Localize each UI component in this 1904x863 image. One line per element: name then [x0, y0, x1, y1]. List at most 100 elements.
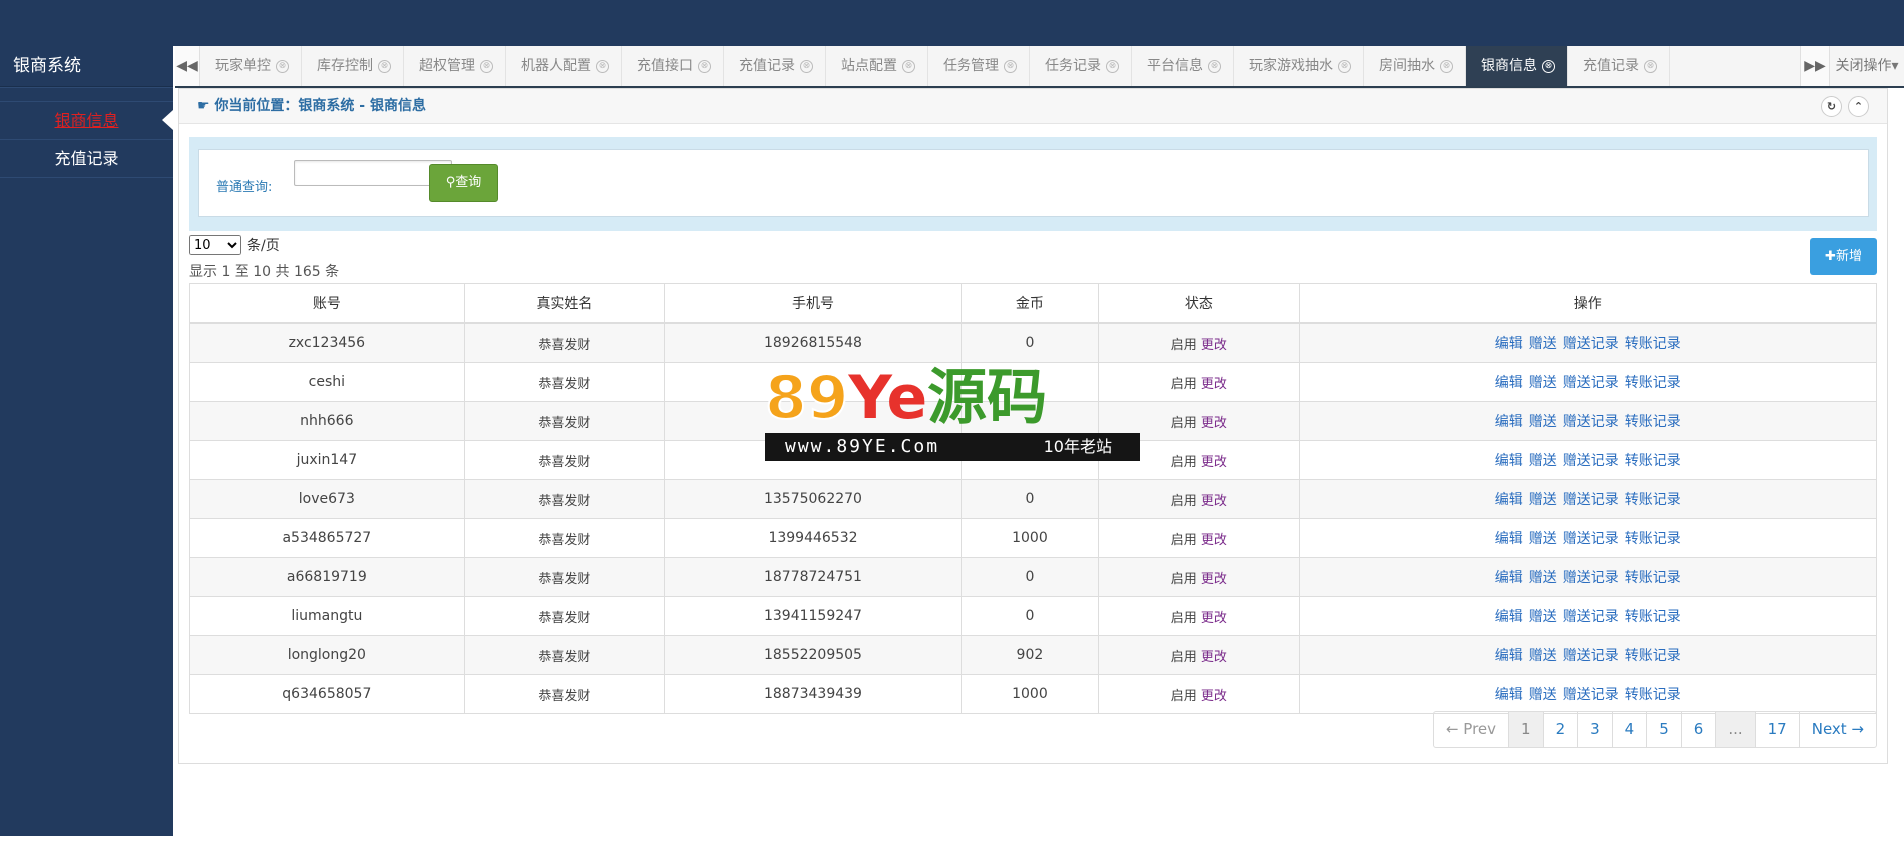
- transfer-records-link[interactable]: 转账记录: [1625, 453, 1681, 469]
- transfer-records-link[interactable]: 转账记录: [1625, 336, 1681, 352]
- edit-link[interactable]: 编辑: [1495, 375, 1523, 391]
- transfer-records-link[interactable]: 转账记录: [1625, 687, 1681, 703]
- change-status-link[interactable]: 更改: [1201, 416, 1227, 431]
- gift-link[interactable]: 赠送: [1529, 492, 1557, 508]
- transfer-records-link[interactable]: 转账记录: [1625, 609, 1681, 625]
- page-button[interactable]: 4: [1611, 712, 1647, 747]
- gift-records-link[interactable]: 赠送记录: [1563, 648, 1619, 664]
- gift-link[interactable]: 赠送: [1529, 336, 1557, 352]
- change-status-link[interactable]: 更改: [1201, 650, 1227, 665]
- change-status-link[interactable]: 更改: [1201, 377, 1227, 392]
- gift-records-link[interactable]: 赠送记录: [1563, 609, 1619, 625]
- search-button[interactable]: ⚲查询: [429, 164, 498, 202]
- tab-close-icon[interactable]: ⊗: [276, 59, 289, 73]
- tab-item[interactable]: 银商信息 ⊗: [1466, 46, 1568, 86]
- tab-item[interactable]: 任务管理 ⊗: [928, 46, 1030, 86]
- tab-item[interactable]: 充值记录 ⊗: [1568, 46, 1670, 86]
- tab-item[interactable]: 充值记录 ⊗: [724, 46, 826, 86]
- next-page-button[interactable]: Next →: [1798, 712, 1876, 747]
- gift-records-link[interactable]: 赠送记录: [1563, 375, 1619, 391]
- tab-item[interactable]: 任务记录 ⊗: [1030, 46, 1132, 86]
- tab-item[interactable]: 房间抽水 ⊗: [1364, 46, 1466, 86]
- gift-records-link[interactable]: 赠送记录: [1563, 570, 1619, 586]
- edit-link[interactable]: 编辑: [1495, 531, 1523, 547]
- transfer-records-link[interactable]: 转账记录: [1625, 531, 1681, 547]
- change-status-link[interactable]: 更改: [1201, 338, 1227, 353]
- tab-close-icon[interactable]: ⊗: [800, 59, 813, 73]
- gift-link[interactable]: 赠送: [1529, 531, 1557, 547]
- gift-link[interactable]: 赠送: [1529, 570, 1557, 586]
- gift-link[interactable]: 赠送: [1529, 453, 1557, 469]
- edit-link[interactable]: 编辑: [1495, 492, 1523, 508]
- gift-records-link[interactable]: 赠送记录: [1563, 336, 1619, 352]
- edit-link[interactable]: 编辑: [1495, 414, 1523, 430]
- sidebar-item-bank-info[interactable]: 银商信息: [0, 101, 173, 140]
- tab-item[interactable]: 玩家单控 ⊗: [200, 46, 302, 86]
- tab-item[interactable]: 超权管理 ⊗: [404, 46, 506, 86]
- tab-close-icon[interactable]: ⊗: [1440, 59, 1453, 73]
- sidebar-item-recharge-records[interactable]: 充值记录: [0, 140, 173, 178]
- transfer-records-link[interactable]: 转账记录: [1625, 414, 1681, 430]
- gift-link[interactable]: 赠送: [1529, 414, 1557, 430]
- gift-records-link[interactable]: 赠送记录: [1563, 414, 1619, 430]
- gift-records-link[interactable]: 赠送记录: [1563, 492, 1619, 508]
- tab-item[interactable]: 玩家游戏抽水 ⊗: [1234, 46, 1364, 86]
- edit-link[interactable]: 编辑: [1495, 453, 1523, 469]
- transfer-records-link[interactable]: 转账记录: [1625, 492, 1681, 508]
- edit-link[interactable]: 编辑: [1495, 570, 1523, 586]
- edit-link[interactable]: 编辑: [1495, 336, 1523, 352]
- tab-close-icon[interactable]: ⊗: [480, 59, 493, 73]
- tab-close-icon[interactable]: ⊗: [1208, 59, 1221, 73]
- edit-link[interactable]: 编辑: [1495, 648, 1523, 664]
- tab-item[interactable]: 站点配置 ⊗: [826, 46, 928, 86]
- tab-close-icon[interactable]: ⊗: [1644, 59, 1657, 73]
- add-new-button[interactable]: ✚新增: [1810, 238, 1877, 275]
- change-status-link[interactable]: 更改: [1201, 455, 1227, 470]
- refresh-icon[interactable]: ↻: [1821, 96, 1842, 117]
- gift-link[interactable]: 赠送: [1529, 648, 1557, 664]
- table-row: q634658057 恭喜发财 18873439439 1000 启用 更改 编辑 赠送 赠送…: [189, 674, 1878, 714]
- collapse-icon[interactable]: ⌃: [1848, 96, 1869, 117]
- change-status-link[interactable]: 更改: [1201, 533, 1227, 548]
- transfer-records-link[interactable]: 转账记录: [1625, 375, 1681, 391]
- transfer-records-link[interactable]: 转账记录: [1625, 648, 1681, 664]
- page-button[interactable]: 5: [1646, 712, 1681, 747]
- page-button[interactable]: 6: [1680, 712, 1716, 747]
- tab-item[interactable]: 库存控制 ⊗: [302, 46, 404, 86]
- transfer-records-link[interactable]: 转账记录: [1625, 570, 1681, 586]
- edit-link[interactable]: 编辑: [1495, 687, 1523, 703]
- prev-page-button[interactable]: ← Prev: [1434, 712, 1508, 747]
- tabs-scroll-left-icon[interactable]: ◀◀: [175, 46, 200, 86]
- change-status-link[interactable]: 更改: [1201, 494, 1227, 509]
- gift-records-link[interactable]: 赠送记录: [1563, 453, 1619, 469]
- gift-link[interactable]: 赠送: [1529, 687, 1557, 703]
- tab-close-icon[interactable]: ⊗: [596, 59, 609, 73]
- close-operations-dropdown[interactable]: 关闭操作▾: [1829, 46, 1904, 86]
- page-button[interactable]: 2: [1542, 712, 1578, 747]
- change-status-link[interactable]: 更改: [1201, 689, 1227, 704]
- gift-link[interactable]: 赠送: [1529, 609, 1557, 625]
- edit-link[interactable]: 编辑: [1495, 609, 1523, 625]
- page-button[interactable]: 17: [1754, 712, 1799, 747]
- change-status-link[interactable]: 更改: [1201, 572, 1227, 587]
- tabs-scroll-right-icon[interactable]: ▶▶: [1800, 46, 1829, 86]
- page-button[interactable]: 1: [1508, 712, 1543, 747]
- tab-close-icon[interactable]: ⊗: [698, 59, 711, 73]
- table-row: a66819719 恭喜发财 18778724751 0 启用 更改 编辑 赠送 赠送记录 转账…: [189, 557, 1878, 597]
- gift-records-link[interactable]: 赠送记录: [1563, 531, 1619, 547]
- tab-close-icon[interactable]: ⊗: [1338, 59, 1351, 73]
- tab-close-icon[interactable]: ⊗: [1106, 59, 1119, 73]
- tab-item[interactable]: 机器人配置 ⊗: [506, 46, 622, 86]
- page-size-select[interactable]: 10: [189, 235, 241, 255]
- page-button[interactable]: 3: [1577, 712, 1612, 747]
- change-status-link[interactable]: 更改: [1201, 611, 1227, 626]
- tab-close-icon[interactable]: ⊗: [1004, 59, 1017, 73]
- gift-link[interactable]: 赠送: [1529, 375, 1557, 391]
- tab-close-icon[interactable]: ⊗: [1542, 59, 1555, 73]
- cell-account: ceshi: [189, 362, 465, 402]
- tab-close-icon[interactable]: ⊗: [902, 59, 915, 73]
- tab-item[interactable]: 平台信息 ⊗: [1132, 46, 1234, 86]
- tab-close-icon[interactable]: ⊗: [378, 59, 391, 73]
- gift-records-link[interactable]: 赠送记录: [1563, 687, 1619, 703]
- tab-item[interactable]: 充值接口 ⊗: [622, 46, 724, 86]
